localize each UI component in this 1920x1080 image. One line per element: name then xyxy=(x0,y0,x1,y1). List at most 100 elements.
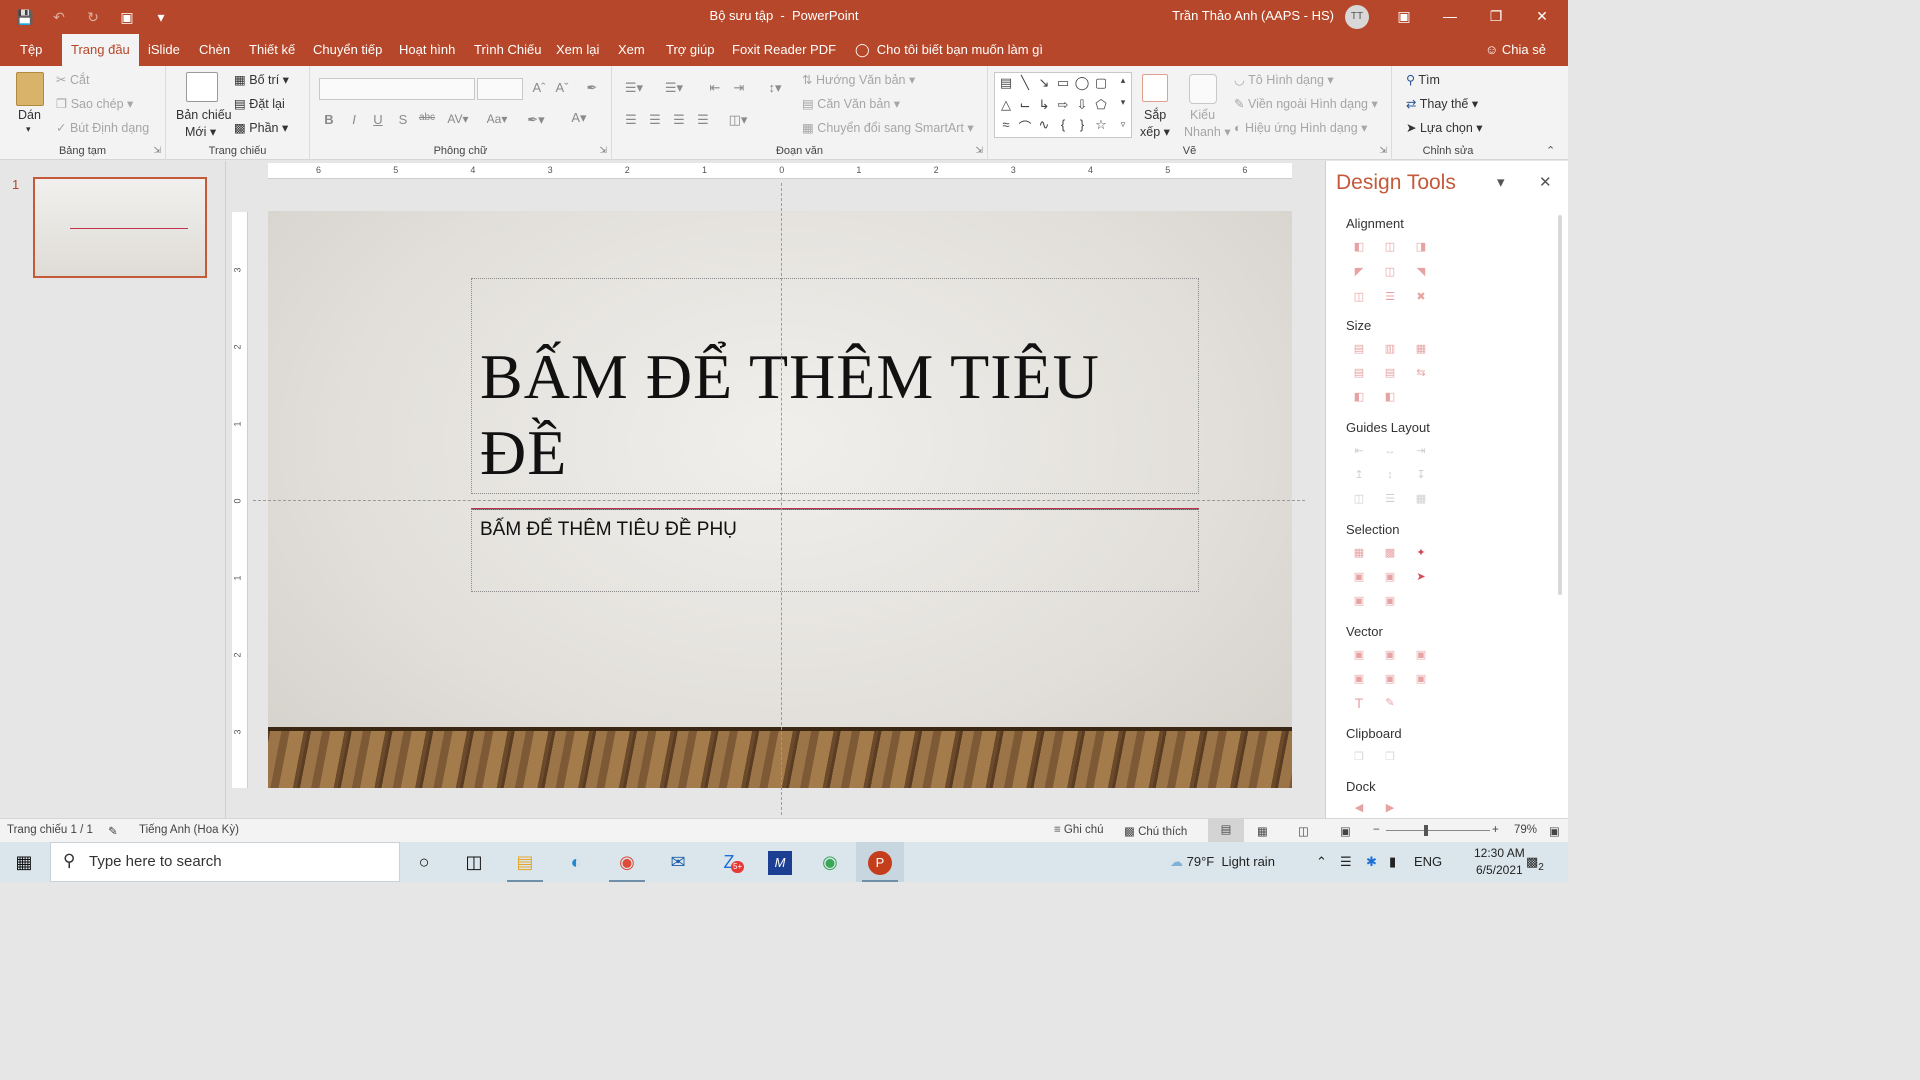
tab-file[interactable]: Tệp xyxy=(11,34,51,66)
union-icon[interactable]: ▣ xyxy=(1351,648,1367,662)
zoom-in-icon[interactable]: + xyxy=(1492,824,1499,836)
drawing-launcher-icon[interactable]: ⇲ xyxy=(1379,145,1387,156)
paste-icon[interactable] xyxy=(16,72,44,106)
tab-transitions[interactable]: Chuyển tiếp xyxy=(304,34,391,66)
character-spacing-icon[interactable]: AV▾ xyxy=(444,112,472,126)
start-slideshow-icon[interactable]: ▣ xyxy=(116,6,138,28)
user-name[interactable]: Trần Thảo Anh (AAPS - HS) xyxy=(1172,8,1334,23)
distribute-horizontal-icon[interactable]: ◫ xyxy=(1351,290,1367,304)
arrow-line-shape-icon[interactable]: ↘ xyxy=(1036,75,1052,91)
decrease-indent-icon[interactable]: ⇤ xyxy=(706,80,724,96)
triangle-shape-icon[interactable]: △ xyxy=(998,97,1014,113)
increase-font-size-icon[interactable]: Aˆ xyxy=(530,80,548,95)
arrange-button-line2[interactable]: xếp ▾ xyxy=(1140,124,1170,139)
quick-styles-button[interactable]: Kiểu xyxy=(1190,108,1215,122)
align-text-button[interactable]: ▤ Căn Văn bản ▾ xyxy=(802,96,900,111)
network-icon[interactable]: ☰ xyxy=(1340,842,1352,882)
tab-insert[interactable]: Chèn xyxy=(190,34,239,66)
slide-thumbnail[interactable] xyxy=(33,177,207,278)
tell-me-box[interactable]: ◯ Cho tôi biết bạn muốn làm gì xyxy=(846,34,1052,66)
zalo-icon[interactable]: Z 5+ xyxy=(705,842,753,882)
save-icon[interactable]: 💾 xyxy=(14,6,36,28)
mail-icon[interactable]: ✉ xyxy=(654,842,702,882)
close-button[interactable]: ✕ xyxy=(1519,0,1565,34)
powerpoint-taskbar-icon[interactable]: P xyxy=(856,842,904,882)
rectangle-shape-icon[interactable]: ▭ xyxy=(1055,75,1071,91)
tab-slideshow[interactable]: Trình Chiếu xyxy=(465,34,550,66)
share-button[interactable]: ☺ Chia sẻ xyxy=(1485,34,1546,66)
chrome-icon[interactable]: ◉ xyxy=(603,842,651,882)
shapes-gallery[interactable]: ▤ ╲ ↘ ▭ ◯ ▢ △ ⌙ ↳ ⇨ ⇩ ⬠ ≈ ⌒ ∿ { } ☆ ▴ ▾ xyxy=(994,72,1132,138)
edge-icon[interactable]: ◐ xyxy=(552,842,600,882)
oval-shape-icon[interactable]: ◯ xyxy=(1074,75,1090,91)
paste-dropdown-icon[interactable]: ▾ xyxy=(26,124,31,135)
font-launcher-icon[interactable]: ⇲ xyxy=(599,145,607,156)
curve-shape-icon[interactable]: ∿ xyxy=(1036,117,1052,133)
pane-options-icon[interactable]: ▾ xyxy=(1497,173,1505,191)
select-same-line-icon[interactable]: ▣ xyxy=(1382,570,1398,584)
clipboard-launcher-icon[interactable]: ⇲ xyxy=(153,145,161,156)
split-icon[interactable]: ▣ xyxy=(1413,672,1429,686)
align-left-icon[interactable]: ◧ xyxy=(1351,240,1367,254)
cut-button[interactable]: ✂ Cắt xyxy=(56,72,89,87)
app-m-icon[interactable]: M xyxy=(756,842,804,882)
line-shape-icon[interactable]: ╲ xyxy=(1017,75,1033,91)
language-indicator[interactable]: Tiếng Anh (Hoa Kỳ) xyxy=(139,824,239,836)
vector-pen-icon[interactable]: ✎ xyxy=(1382,696,1398,710)
bold-icon[interactable]: B xyxy=(320,112,338,127)
stretch-height-icon[interactable]: ▤ xyxy=(1382,366,1398,380)
spelling-check-icon[interactable]: ✎ xyxy=(108,824,118,838)
tab-islide[interactable]: iSlide xyxy=(139,34,189,66)
guide-columns-icon[interactable]: ◫ xyxy=(1351,492,1367,506)
slide-sorter-icon[interactable]: ▦ xyxy=(1257,824,1268,838)
convert-smartart-button[interactable]: ▦ Chuyển đổi sang SmartArt ▾ xyxy=(802,120,974,135)
pane-scrollbar[interactable] xyxy=(1558,215,1562,595)
paste-button[interactable]: Dán xyxy=(18,108,41,122)
arc-shape-icon[interactable]: ⌒ xyxy=(1017,117,1033,136)
select-same-size-icon[interactable]: ▦ xyxy=(1351,546,1367,560)
clipboard-paste-icon[interactable]: ❐ xyxy=(1382,750,1398,764)
title-placeholder[interactable]: BẤM ĐỂ THÊM TIÊU ĐỀ xyxy=(471,278,1199,494)
cortana-icon[interactable]: ○ xyxy=(400,842,448,882)
format-painter-button[interactable]: ✓ Bút Định dạng xyxy=(56,120,149,135)
guide-top-icon[interactable]: ↥ xyxy=(1351,468,1367,482)
elbow-connector-icon[interactable]: ⌙ xyxy=(1017,97,1033,113)
align-right-icon[interactable]: ☰ xyxy=(670,112,688,128)
text-to-vector-icon[interactable]: T xyxy=(1351,696,1367,710)
normal-view-icon[interactable]: ▤ xyxy=(1208,819,1244,842)
notes-button[interactable]: ≡ Ghi chú xyxy=(1054,824,1104,836)
minimize-button[interactable]: — xyxy=(1427,0,1473,34)
columns-icon[interactable]: ◫▾ xyxy=(724,112,752,128)
paragraph-launcher-icon[interactable]: ⇲ xyxy=(975,145,983,156)
tab-animations[interactable]: Hoạt hình xyxy=(390,34,464,66)
ribbon-display-options-icon[interactable]: ▣ xyxy=(1381,0,1427,34)
right-arrow-shape-icon[interactable]: ⇨ xyxy=(1055,97,1071,113)
text-direction-button[interactable]: ⇅ Hướng Văn bản ▾ xyxy=(802,72,915,87)
layout-button[interactable]: ▦ Bố trí ▾ xyxy=(234,72,289,87)
align-middle-icon[interactable]: ◫ xyxy=(1382,265,1398,279)
quick-styles-button-line2[interactable]: Nhanh ▾ xyxy=(1184,124,1231,139)
swap-size-icon[interactable]: ⇆ xyxy=(1413,366,1429,380)
fit-height-icon[interactable]: ◧ xyxy=(1382,390,1398,404)
slideshow-view-icon[interactable]: ▣ xyxy=(1340,824,1351,838)
left-brace-shape-icon[interactable]: { xyxy=(1055,117,1071,132)
slide-subtitle-text[interactable]: BẤM ĐỂ THÊM TIÊU ĐỀ PHỤ xyxy=(480,519,737,541)
strikethrough-icon[interactable]: abc xyxy=(418,112,436,123)
italic-icon[interactable]: I xyxy=(345,112,363,127)
textbox-shape-icon[interactable]: ▤ xyxy=(998,75,1014,91)
arrange-button[interactable]: Sắp xyxy=(1144,108,1166,122)
same-width-icon[interactable]: ▤ xyxy=(1351,342,1367,356)
select-all-icon[interactable]: ▣ xyxy=(1382,594,1398,608)
pane-close-icon[interactable]: ✕ xyxy=(1539,173,1552,191)
align-right-icon[interactable]: ◨ xyxy=(1413,240,1429,254)
tab-help[interactable]: Trợ giúp xyxy=(657,34,724,66)
input-language[interactable]: ENG xyxy=(1414,842,1442,882)
font-name-combo[interactable] xyxy=(319,78,475,100)
stretch-width-icon[interactable]: ▤ xyxy=(1351,366,1367,380)
quick-styles-icon[interactable] xyxy=(1189,74,1217,104)
arrange-icon[interactable] xyxy=(1142,74,1168,102)
font-size-combo[interactable] xyxy=(477,78,523,100)
action-center-icon[interactable]: ▩2 xyxy=(1526,842,1544,882)
guide-grid-icon[interactable]: ▦ xyxy=(1413,492,1429,506)
select-pointer-icon[interactable]: ➤ xyxy=(1413,570,1429,584)
